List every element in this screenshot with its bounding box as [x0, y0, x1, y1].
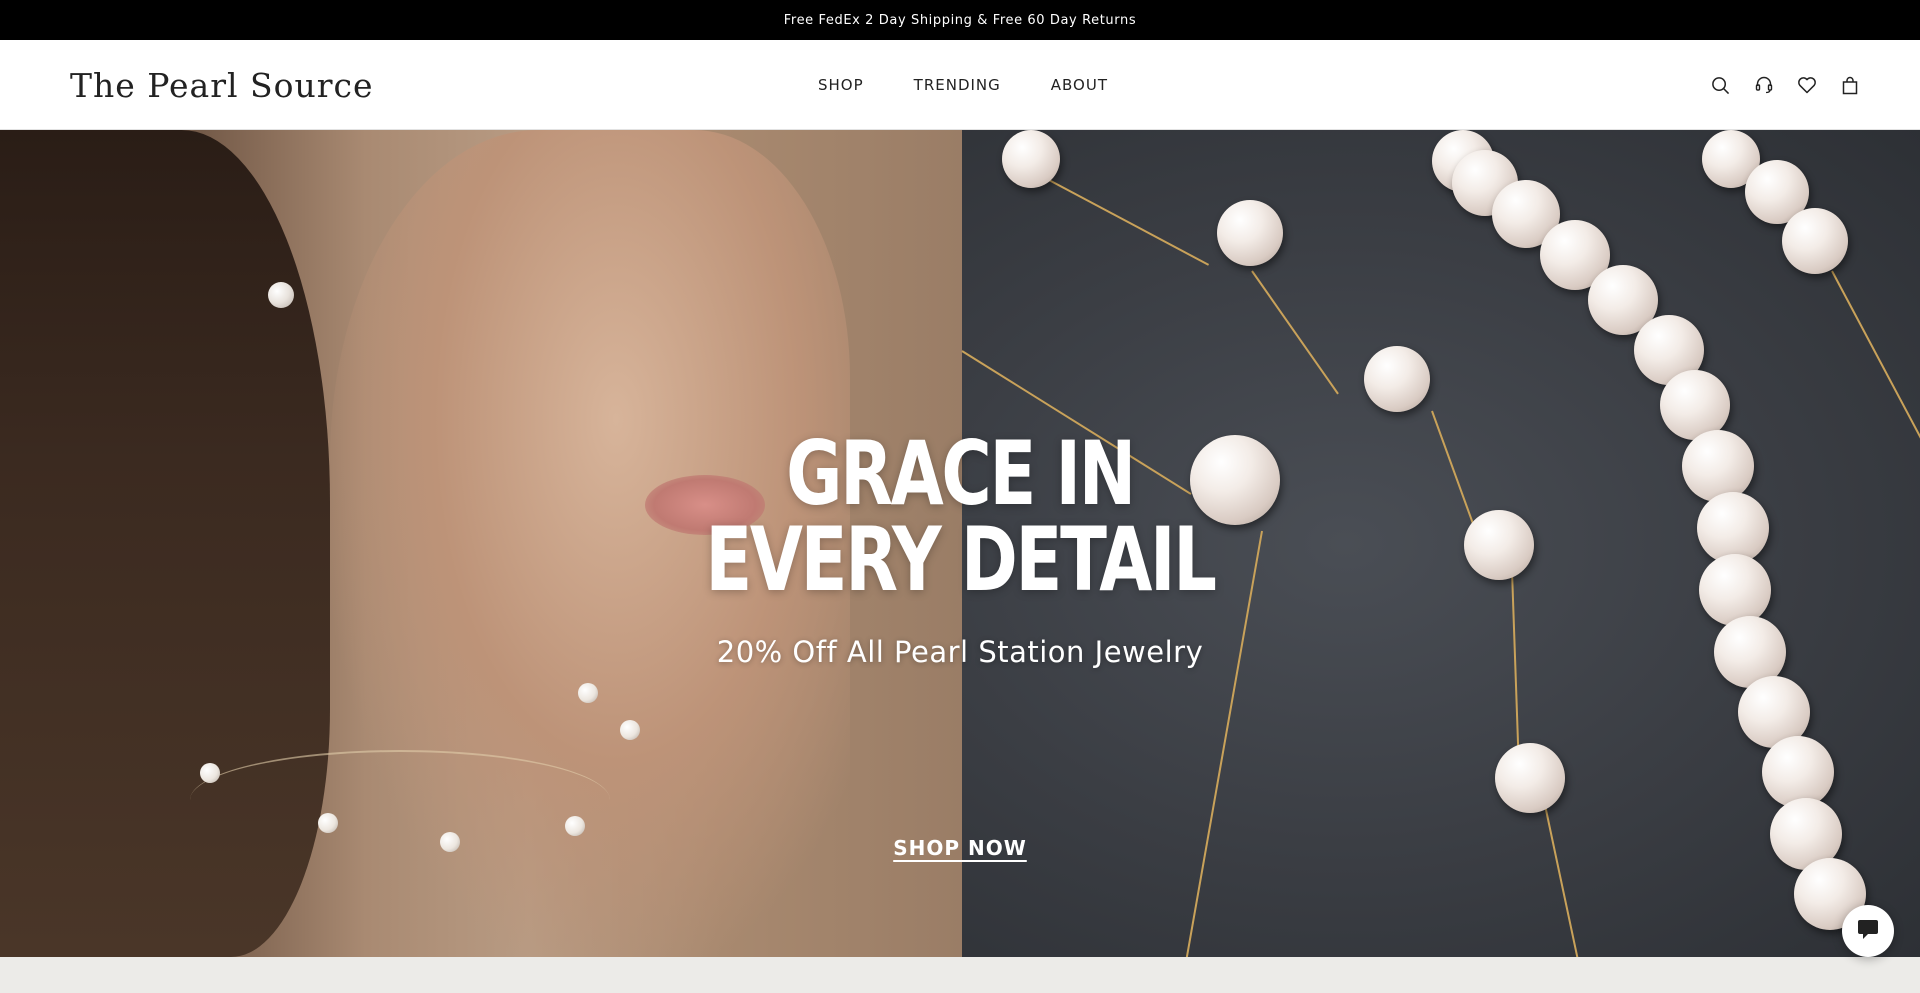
- pearl: [1364, 346, 1430, 412]
- announcement-bar: Free FedEx 2 Day Shipping & Free 60 Day …: [0, 0, 1920, 40]
- necklace-pearl: [440, 832, 460, 852]
- shopping-bag-icon[interactable]: [1839, 75, 1860, 96]
- wishlist-heart-icon[interactable]: [1796, 75, 1817, 96]
- main-nav: SHOP TRENDING ABOUT: [818, 40, 1108, 130]
- pearl: [1495, 743, 1565, 813]
- announcement-text: Free FedEx 2 Day Shipping & Free 60 Day …: [783, 12, 1137, 28]
- pearl-station-necklace: [190, 750, 610, 850]
- pearl: [1682, 430, 1754, 502]
- gold-chain: [961, 350, 1192, 495]
- shop-now-link[interactable]: SHOP NOW: [893, 836, 1027, 860]
- pearl: [1190, 435, 1280, 525]
- pearl: [1762, 736, 1834, 808]
- hero-pearl-strands-image: [961, 130, 1920, 957]
- chat-bubble-icon: [1856, 917, 1880, 946]
- model-lips: [645, 475, 765, 535]
- necklace-pearl: [318, 813, 338, 833]
- header-icons: [1710, 40, 1860, 130]
- gold-chain: [1831, 270, 1920, 475]
- necklace-pearl: [565, 816, 585, 836]
- pearl: [1217, 200, 1283, 266]
- pearl-earring: [268, 282, 294, 308]
- pearl: [1464, 510, 1534, 580]
- gold-chain: [1511, 570, 1520, 751]
- support-headset-icon[interactable]: [1753, 75, 1774, 96]
- nav-about[interactable]: ABOUT: [1051, 76, 1108, 94]
- chat-button[interactable]: [1842, 905, 1894, 957]
- site-logo[interactable]: The Pearl Source: [70, 66, 374, 105]
- necklace-pearl: [578, 683, 598, 703]
- necklace-pearl: [200, 763, 220, 783]
- gold-chain: [1431, 410, 1478, 534]
- pearl: [1782, 208, 1848, 274]
- pearl: [1002, 130, 1060, 188]
- gold-chain: [1031, 170, 1210, 266]
- site-header: The Pearl Source SHOP TRENDING ABOUT: [0, 40, 1920, 130]
- search-icon[interactable]: [1710, 75, 1731, 96]
- gold-chain: [1251, 270, 1339, 395]
- hero-model-image: [0, 130, 962, 957]
- page-below-fold: [0, 957, 1920, 993]
- hero-banner[interactable]: GRACE IN EVERY DETAIL 20% Off All Pearl …: [0, 130, 1920, 957]
- necklace-pearl: [620, 720, 640, 740]
- nav-shop[interactable]: SHOP: [818, 76, 864, 94]
- gold-chain: [1181, 530, 1263, 957]
- gold-chain: [1541, 790, 1585, 957]
- nav-trending[interactable]: TRENDING: [914, 76, 1001, 94]
- pearl: [1699, 554, 1771, 626]
